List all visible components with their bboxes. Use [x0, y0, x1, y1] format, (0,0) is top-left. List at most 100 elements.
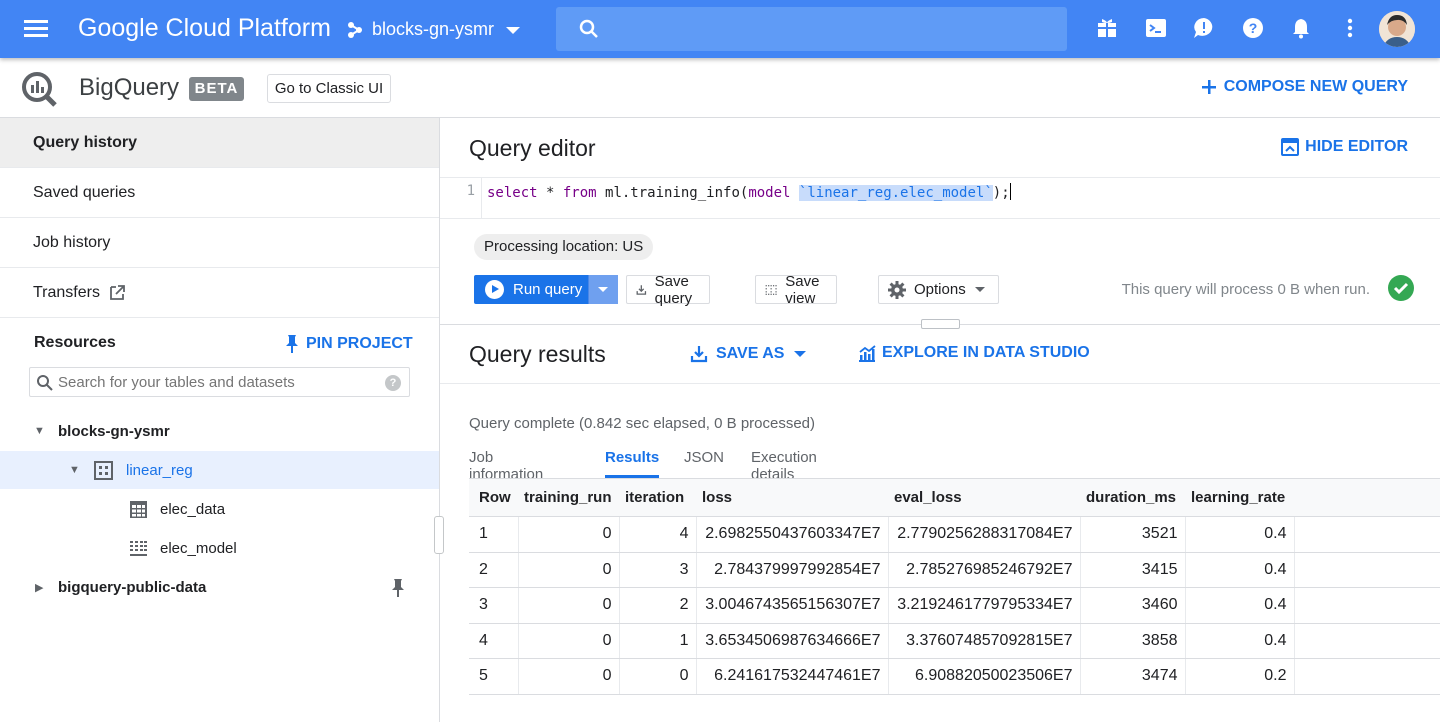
table-cell[interactable]: 5 — [469, 658, 519, 695]
tree-item-model[interactable]: elec_model — [0, 529, 439, 567]
table-cell-spacer — [1294, 552, 1440, 588]
tree-item-table[interactable]: elec_data — [0, 490, 439, 528]
table-cell[interactable]: 3 — [469, 587, 519, 624]
table-cell[interactable]: 2.784379997992854E7 — [696, 552, 889, 588]
caret-down-icon[interactable]: ▼ — [34, 425, 45, 437]
code-selection: `linear_reg.elec_model` — [798, 185, 993, 201]
table-cell[interactable]: 0 — [518, 516, 620, 553]
terminal-icon[interactable] — [1145, 17, 1167, 39]
table-cell[interactable]: 2 — [619, 587, 697, 624]
table-cell[interactable]: 0.4 — [1185, 552, 1295, 588]
tab-results[interactable]: Results — [605, 449, 660, 478]
pin-project-button[interactable]: PIN PROJECT — [284, 334, 413, 354]
table-cell[interactable]: 6.90882050023506E7 — [888, 658, 1081, 695]
explore-data-studio-button[interactable]: EXPLORE IN DATA STUDIO — [858, 344, 1090, 362]
open-in-new-icon — [110, 284, 125, 300]
feedback-icon[interactable] — [1193, 17, 1215, 39]
table-cell[interactable]: 4 — [619, 516, 697, 553]
save-as-button[interactable]: SAVE AS — [690, 345, 808, 363]
table-cell[interactable]: 2.7790256288317084E7 — [888, 516, 1081, 553]
search-icon — [37, 375, 53, 391]
processing-location-chip[interactable]: Processing location: US — [474, 234, 654, 260]
gift-icon[interactable] — [1096, 17, 1118, 39]
column-header[interactable]: eval_loss — [888, 478, 1080, 517]
table-cell[interactable]: 1 — [469, 516, 519, 553]
caret-right-icon[interactable]: ▶ — [35, 581, 43, 594]
table-cell[interactable]: 0 — [518, 623, 620, 659]
sidebar-item-query-history[interactable]: Query history — [0, 118, 439, 168]
notifications-icon[interactable] — [1290, 17, 1312, 39]
tree-item-dataset[interactable]: ▼ linear_reg — [0, 451, 439, 489]
hide-editor-button[interactable]: HIDE EDITOR — [1281, 138, 1408, 156]
help-icon[interactable]: ? — [385, 375, 401, 391]
column-header[interactable]: training_run — [518, 478, 619, 517]
table-cell[interactable]: 3.6534506987634666E7 — [696, 623, 889, 659]
caret-down-icon[interactable]: ▼ — [69, 464, 80, 476]
tab-json[interactable]: JSON — [684, 449, 724, 478]
table-cell[interactable]: 1 — [619, 623, 697, 659]
table-cell[interactable]: 3.2192461779795334E7 — [888, 587, 1081, 624]
brand-title[interactable]: Google Cloud Platform — [78, 14, 331, 43]
column-header[interactable]: iteration — [619, 478, 696, 517]
tree-item-project[interactable]: ▼ blocks-gn-ysmr — [0, 412, 439, 450]
options-button[interactable]: Options — [878, 275, 999, 304]
column-header[interactable]: loss — [696, 478, 888, 517]
help-icon[interactable]: ? — [1242, 17, 1264, 39]
table-cell[interactable]: 0.4 — [1185, 516, 1295, 553]
table-cell[interactable]: 0.4 — [1185, 623, 1295, 659]
table-cell[interactable]: 3.376074857092815E7 — [888, 623, 1081, 659]
more-vert-icon[interactable] — [1339, 17, 1361, 39]
project-selector[interactable]: blocks-gn-ysmr — [346, 19, 524, 40]
table-cell[interactable]: 3 — [619, 552, 697, 588]
classic-ui-button[interactable]: Go to Classic UI — [267, 74, 391, 103]
avatar[interactable] — [1379, 11, 1415, 47]
table-cell[interactable]: 3858 — [1080, 623, 1186, 659]
menu-icon[interactable] — [24, 17, 54, 41]
table-cell[interactable]: 2.6982550437603347E7 — [696, 516, 889, 553]
table-cell[interactable]: 3474 — [1080, 658, 1186, 695]
table-cell[interactable]: 2.785276985246792E7 — [888, 552, 1081, 588]
sidebar-item-label: Saved queries — [33, 183, 136, 201]
table-cell[interactable]: 3460 — [1080, 587, 1186, 624]
tab-execution-details[interactable]: Execution details — [751, 449, 817, 483]
table-cell-spacer — [1294, 587, 1440, 624]
table-cell[interactable]: 0.2 — [1185, 658, 1295, 695]
table-cell[interactable]: 6.241617532447461E7 — [696, 658, 889, 695]
code-text: * — [537, 185, 563, 201]
compose-new-query-button[interactable]: COMPOSE NEW QUERY — [1200, 78, 1408, 96]
table-cell[interactable]: 0 — [619, 658, 697, 695]
run-query-button[interactable]: Run query — [474, 275, 618, 304]
sidebar-resize-handle[interactable] — [434, 516, 444, 554]
table-cell[interactable]: 3521 — [1080, 516, 1186, 553]
table-cell[interactable]: 0 — [518, 658, 620, 695]
hide-editor-icon — [1281, 138, 1300, 156]
column-header[interactable]: Row — [469, 478, 518, 517]
dataset-icon — [94, 461, 113, 480]
table-cell[interactable]: 4 — [469, 623, 519, 659]
tree-item-public-project[interactable]: ▶ bigquery-public-data — [0, 568, 439, 606]
code-line[interactable]: select * from ml.training_info(model `li… — [487, 183, 1011, 201]
save-view-button[interactable]: Save view — [755, 273, 838, 307]
search-bar[interactable] — [556, 7, 1067, 51]
sidebar-item-job-history[interactable]: Job history — [0, 218, 439, 268]
check-circle-icon — [1388, 275, 1414, 301]
table-cell[interactable]: 0.4 — [1185, 587, 1295, 624]
run-options-dropdown[interactable] — [588, 275, 618, 304]
table-cell[interactable]: 3415 — [1080, 552, 1186, 588]
column-header[interactable]: learning_rate — [1185, 478, 1294, 517]
save-query-button[interactable]: Save query — [626, 273, 710, 307]
resource-search-input[interactable] — [58, 372, 378, 392]
sidebar-item-transfers[interactable]: Transfers — [0, 268, 439, 318]
table-row: 1 0 4 2.6982550437603347E7 2.779025628831708… — [469, 516, 1440, 553]
column-header[interactable]: duration_ms — [1080, 478, 1185, 517]
table-cell[interactable]: 0 — [518, 587, 620, 624]
table-cell[interactable]: 3.0046743565156307E7 — [696, 587, 889, 624]
pin-icon[interactable] — [391, 578, 405, 598]
table-cell[interactable]: 0 — [518, 552, 620, 588]
tab-job-information[interactable]: Job information — [469, 449, 543, 483]
table-row: 5 0 0 6.241617532447461E7 6.90882050023506E7… — [469, 658, 1440, 695]
code-editor[interactable]: 1 select * from ml.training_info(model `… — [440, 178, 1440, 219]
search-icon — [579, 19, 598, 38]
sidebar-item-saved-queries[interactable]: Saved queries — [0, 168, 439, 218]
table-cell[interactable]: 2 — [469, 552, 519, 588]
